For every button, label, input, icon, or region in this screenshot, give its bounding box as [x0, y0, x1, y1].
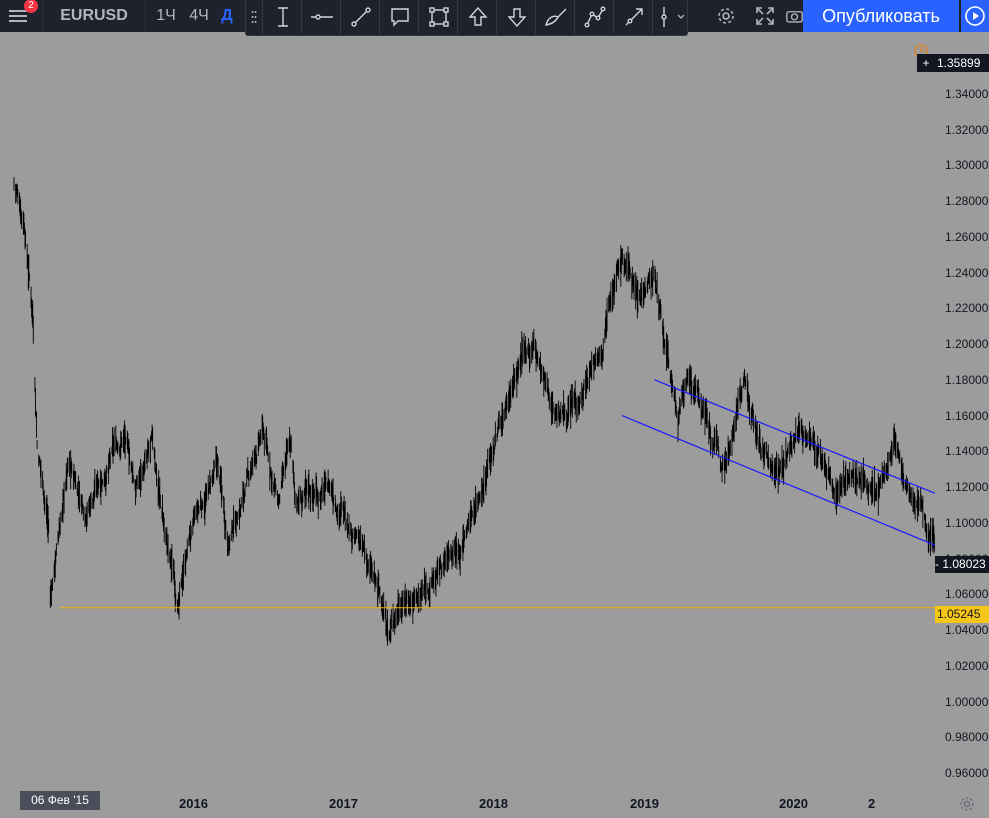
price-tick: 1.32000 [945, 122, 989, 137]
vertical-line-icon [661, 7, 667, 27]
time-tick: 2019 [630, 796, 659, 811]
fullscreen-icon [756, 7, 774, 25]
path-tool[interactable] [574, 0, 614, 34]
rectangle-icon [428, 7, 449, 27]
trend-line-icon [350, 7, 371, 27]
time-cursor-label: 06 Фев '15 [20, 791, 100, 810]
menu-button[interactable]: 2 [0, 0, 38, 32]
crosshair-price-value: 1.35899 [937, 56, 981, 70]
price-tick: 1.18000 [945, 372, 989, 387]
time-tick: 2020 [779, 796, 808, 811]
price-tick: 1.10000 [945, 515, 989, 530]
last-price-value: 1.08023 [942, 557, 986, 571]
path-icon [584, 6, 606, 28]
price-tick: 1.00000 [945, 694, 989, 709]
symbol-label: EURUSD [60, 7, 128, 24]
fullscreen-button[interactable] [750, 0, 780, 32]
gear-icon [718, 8, 734, 24]
time-tick: 2017 [329, 796, 358, 811]
price-tick: 0.98000 [945, 730, 989, 745]
price-tick: 0.96000 [945, 766, 989, 780]
price-tick: 1.26000 [945, 229, 989, 244]
camera-icon [786, 11, 803, 23]
price-chart[interactable] [0, 36, 935, 790]
callout-tool[interactable] [379, 0, 419, 34]
drag-handle[interactable] [246, 0, 262, 34]
long-position-tool[interactable] [613, 0, 653, 34]
vertical-line-tool[interactable] [652, 0, 675, 34]
time-tick: 2018 [479, 796, 508, 811]
last-price-label: - 1.08023 [935, 556, 989, 573]
crosshair-price-label: +1.35899 [917, 54, 989, 72]
price-tick: 1.14000 [945, 444, 989, 459]
more-tools-dropdown[interactable] [674, 0, 688, 34]
price-tick: 1.12000 [945, 480, 989, 494]
horizontal-line-tool[interactable] [301, 0, 341, 34]
support-price-value: 1.05245 [937, 607, 981, 621]
price-tick: 1.34000 [945, 86, 989, 101]
interval-4h-label: 4Ч [189, 7, 209, 24]
chevron-down-icon [677, 14, 685, 19]
arrow-up-tool[interactable] [457, 0, 497, 34]
price-tick: 1.16000 [945, 408, 989, 423]
horizontal-line-icon [310, 14, 333, 20]
price-tick: 1.30000 [945, 158, 989, 173]
price-tick: 1.02000 [945, 658, 989, 673]
speech-bubble-icon [390, 8, 409, 27]
brush-tool[interactable] [535, 0, 575, 34]
publish-button[interactable]: Опубликовать [803, 0, 959, 32]
symbol-search[interactable]: EURUSD [42, 0, 146, 32]
arrow-down-icon [506, 8, 527, 28]
notification-badge: 2 [24, 0, 38, 13]
publish-label: Опубликовать [822, 5, 940, 26]
rectangle-tool[interactable] [418, 0, 458, 34]
drawings-layer [60, 379, 935, 609]
brush-icon [544, 8, 566, 26]
channel-lower-line[interactable] [621, 414, 935, 593]
replay-button[interactable] [961, 0, 989, 32]
arrow-up-icon [467, 6, 488, 26]
channel-upper-line[interactable] [654, 379, 935, 546]
cursor-text-tool[interactable] [262, 0, 302, 34]
interval-4h[interactable]: 4Ч [183, 0, 215, 32]
drawing-toolbar [245, 0, 688, 36]
interval-1d-label: Д [221, 7, 233, 24]
plus-icon[interactable]: + [919, 54, 933, 72]
arrow-down-tool[interactable] [496, 0, 536, 34]
support-price-label: 1.05245 [935, 606, 989, 623]
snapshot-button[interactable] [786, 0, 803, 32]
price-tick: 1.04000 [945, 623, 989, 637]
grip-icon [251, 11, 257, 23]
price-bars [13, 177, 935, 646]
settings-button[interactable] [711, 0, 741, 32]
long-position-icon [625, 8, 643, 26]
text-cursor-icon [277, 7, 288, 27]
time-cursor-value: 06 Фев '15 [31, 793, 89, 807]
interval-1h[interactable]: 1Ч [150, 0, 182, 32]
chart-settings-icon[interactable] [958, 795, 976, 813]
time-tick: 2016 [179, 796, 208, 811]
price-tick: 1.20000 [945, 337, 989, 351]
price-tick: 1.22000 [945, 301, 989, 316]
price-tick: 1.24000 [945, 265, 989, 280]
interval-1h-label: 1Ч [156, 7, 176, 24]
interval-1d[interactable]: Д [215, 0, 239, 32]
price-tick: 1.28000 [945, 194, 989, 208]
time-tick: 2 [868, 796, 876, 811]
price-tick: 1.06000 [945, 587, 989, 602]
play-circle-icon [965, 6, 985, 26]
trend-line-tool[interactable] [340, 0, 380, 34]
